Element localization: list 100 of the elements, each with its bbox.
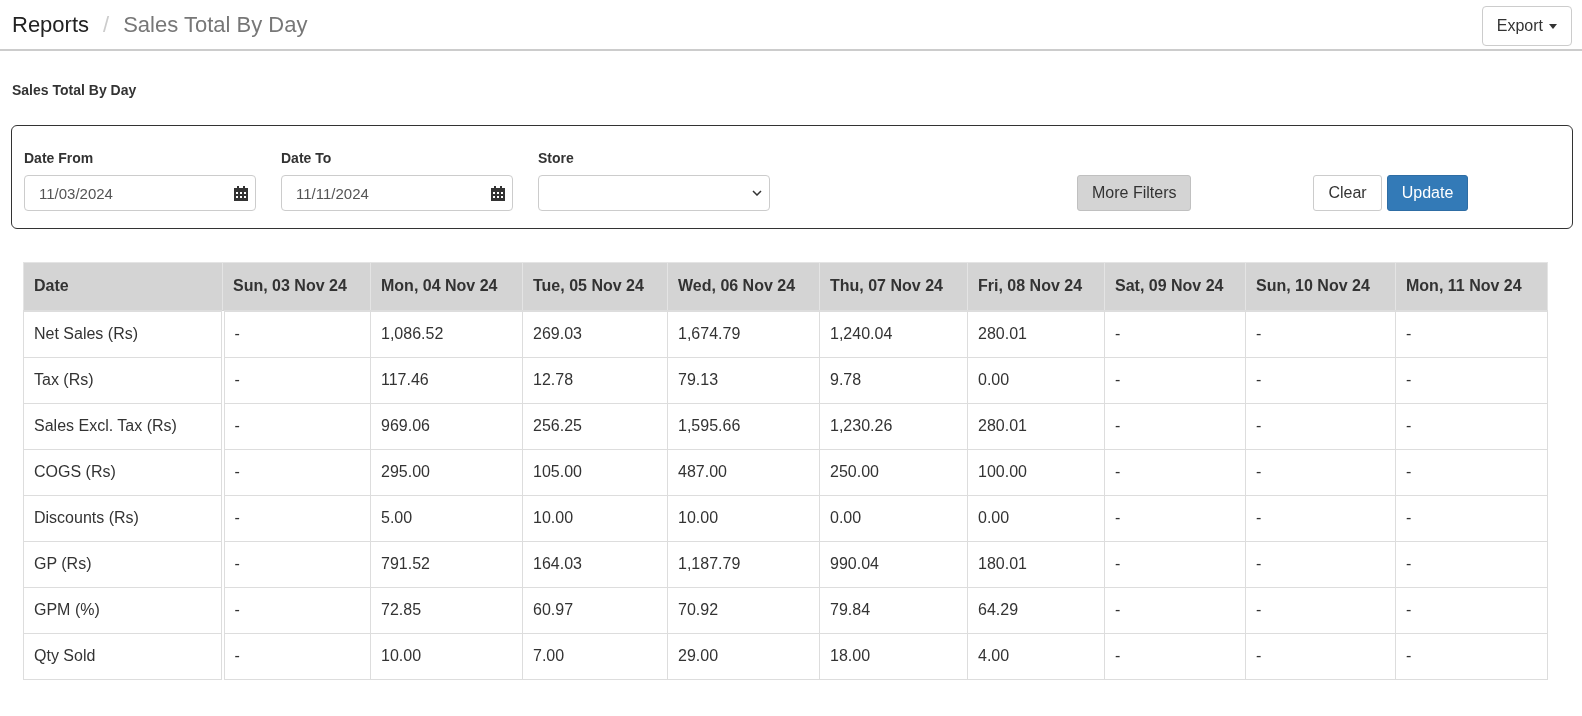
store-dropdown[interactable] [538,175,770,211]
table-cell: - [1245,449,1396,495]
table-cell: - [1395,403,1548,449]
table-cell: - [1104,357,1246,403]
table-cell: - [222,449,371,495]
table-cell: Qty Sold [23,633,223,679]
update-button[interactable]: Update [1386,175,1469,211]
table-cell: - [1245,633,1396,679]
table-cell: 4.00 [967,633,1105,679]
table-cell: 1,187.79 [667,541,820,587]
caret-icon [1549,23,1557,29]
table-cell: - [1104,449,1246,495]
table-cell: GP (Rs) [23,541,223,587]
table-cell: 269.03 [522,310,668,357]
table-cell: - [1395,587,1548,633]
table-cell: Sales Excl. Tax (Rs) [23,403,223,449]
table-cell: - [222,403,371,449]
table-cell: 180.01 [967,541,1105,587]
table-cell: - [1245,587,1396,633]
field-label: Store [538,150,575,166]
table-cell: - [1104,310,1246,357]
table-cell: 105.00 [522,449,668,495]
column-header: Sun, 10 Nov 24 [1245,262,1396,311]
table-cell: 60.97 [522,587,668,633]
table-cell: - [222,587,371,633]
table-cell: 9.78 [819,357,968,403]
table-cell: - [1395,357,1548,403]
table-cell: 12.78 [522,357,668,403]
export-button[interactable]: Export [1481,6,1572,46]
column-header: Date [23,262,223,311]
table-cell: - [1245,403,1396,449]
table-cell: 72.85 [370,587,523,633]
table-cell: - [222,310,371,357]
table-cell: 1,674.79 [667,310,820,357]
calendar-icon [491,185,505,201]
more-filters-button[interactable]: More Filters [1077,175,1192,211]
table-cell: - [1245,357,1396,403]
table-cell: - [1245,541,1396,587]
table-cell: - [1245,495,1396,541]
table-cell: Discounts (Rs) [23,495,223,541]
table-cell: - [1395,633,1548,679]
table-cell: 79.84 [819,587,968,633]
table-cell: 79.13 [667,357,820,403]
field-label: Date To [281,150,333,166]
column-header: Tue, 05 Nov 24 [522,262,668,311]
date-field[interactable]: 11/03/2024 [24,175,256,211]
table-cell: 10.00 [370,633,523,679]
table-cell: 280.01 [967,310,1105,357]
column-header: Thu, 07 Nov 24 [819,262,968,311]
table-cell: 5.00 [370,495,523,541]
table-cell: - [1395,541,1548,587]
table-cell: 18.00 [819,633,968,679]
table-cell: 64.29 [967,587,1105,633]
column-header: Fri, 08 Nov 24 [967,262,1105,311]
table-cell: 0.00 [967,357,1105,403]
table-cell: - [222,495,371,541]
chevron-down-icon [752,190,762,196]
table-cell: - [1245,310,1396,357]
table-cell: 164.03 [522,541,668,587]
breadcrumb-separator: / [103,11,110,38]
breadcrumb-link[interactable]: Reports [12,11,90,38]
table-cell: 100.00 [967,449,1105,495]
table-cell: 1,240.04 [819,310,968,357]
table-cell: 791.52 [370,541,523,587]
table-cell: 117.46 [370,357,523,403]
table-cell: - [222,541,371,587]
table-cell: 280.01 [967,403,1105,449]
table-cell: GPM (%) [23,587,223,633]
table-cell: - [1104,587,1246,633]
table-cell: 29.00 [667,633,820,679]
table-cell: - [1104,495,1246,541]
table-cell: 1,595.66 [667,403,820,449]
table-cell: 1,086.52 [370,310,523,357]
table-cell: - [222,633,371,679]
table-cell: COGS (Rs) [23,449,223,495]
column-header: Mon, 11 Nov 24 [1395,262,1548,311]
report-title: Sales Total By Day [11,81,138,100]
table-cell: - [1104,541,1246,587]
table-cell: Net Sales (Rs) [23,310,223,357]
table-cell: 70.92 [667,587,820,633]
clear-button[interactable]: Clear [1313,175,1382,211]
table-cell: 1,230.26 [819,403,968,449]
table-cell: 0.00 [967,495,1105,541]
table-cell: 0.00 [819,495,968,541]
date-field[interactable]: 11/11/2024 [281,175,513,211]
column-header: Sun, 03 Nov 24 [222,262,371,311]
table-cell: Tax (Rs) [23,357,223,403]
table-cell: 256.25 [522,403,668,449]
column-header: Mon, 04 Nov 24 [370,262,523,311]
table-cell: - [1395,310,1548,357]
page-title: Sales Total By Day [123,11,308,38]
column-header: Sat, 09 Nov 24 [1104,262,1246,311]
column-header: Wed, 06 Nov 24 [667,262,820,311]
table-cell: - [222,357,371,403]
table-cell: 487.00 [667,449,820,495]
table-cell: 7.00 [522,633,668,679]
table-cell: - [1395,449,1548,495]
field-label: Date From [24,150,95,166]
table-cell: 969.06 [370,403,523,449]
table-cell: - [1395,495,1548,541]
